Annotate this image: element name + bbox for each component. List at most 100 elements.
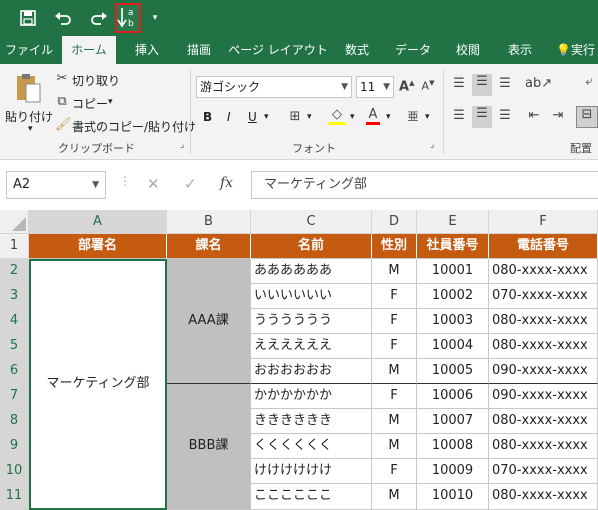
phone-cell[interactable]: 080-xxxx-xxxx <box>489 409 598 434</box>
column-header-d[interactable]: D <box>372 210 417 234</box>
department-merged-cell[interactable]: マーケティング部 <box>29 259 167 510</box>
paste-icon[interactable] <box>12 72 44 106</box>
enter-icon[interactable]: ✓ <box>184 175 197 193</box>
row-header[interactable]: 3 <box>0 284 29 309</box>
gender-cell[interactable]: M <box>372 259 417 284</box>
row-header[interactable]: 2 <box>0 259 29 284</box>
fill-color-icon[interactable]: ◇ <box>328 107 346 125</box>
font-color-icon[interactable]: A <box>366 107 380 125</box>
section-merged-cell[interactable]: BBB課 <box>167 384 251 510</box>
tab-insert[interactable]: 挿入 <box>124 36 170 64</box>
shrink-font-icon[interactable]: A▼ <box>421 79 435 93</box>
header-cell-name[interactable]: 名前 <box>251 234 372 259</box>
gender-cell[interactable]: M <box>372 409 417 434</box>
name-cell[interactable]: いいいいいい <box>251 284 372 309</box>
insert-function-icon[interactable]: fx <box>220 175 233 191</box>
phone-cell[interactable]: 070-xxxx-xxxx <box>489 284 598 309</box>
formula-input[interactable]: マーケティング部 <box>251 171 598 199</box>
column-header-f[interactable]: F <box>489 210 598 234</box>
underline-button[interactable]: U <box>248 110 257 124</box>
section-merged-cell[interactable]: AAA課 <box>167 259 251 384</box>
row-header[interactable]: 7 <box>0 384 29 409</box>
wrap-text-icon[interactable]: ⤶ <box>580 74 598 96</box>
copy-dropdown-icon[interactable]: ▾ <box>108 97 113 107</box>
increase-indent-icon[interactable]: ⇥ <box>549 108 567 123</box>
phone-cell[interactable]: 080-xxxx-xxxx <box>489 259 598 284</box>
tab-page-layout[interactable]: ページ レイアウト <box>228 36 328 64</box>
cancel-icon[interactable]: ✕ <box>147 175 160 193</box>
gender-cell[interactable]: F <box>372 284 417 309</box>
tab-tell-me[interactable]: 💡実行 <box>556 36 598 64</box>
italic-button[interactable]: I <box>227 110 231 124</box>
decrease-indent-icon[interactable]: ⇤ <box>525 108 543 123</box>
row-header[interactable]: 8 <box>0 409 29 434</box>
align-center-icon[interactable]: ☰ <box>472 106 492 128</box>
phone-cell[interactable]: 080-xxxx-xxxx <box>489 434 598 459</box>
row-header[interactable]: 11 <box>0 484 29 510</box>
header-cell-phone[interactable]: 電話番号 <box>489 234 598 259</box>
column-header-c[interactable]: C <box>251 210 372 234</box>
merge-center-icon[interactable]: ⊟ <box>576 106 598 128</box>
font-name-select[interactable]: 游ゴシック ▼ <box>196 76 352 98</box>
phonetic-dropdown-icon[interactable]: ▾ <box>425 112 430 122</box>
orientation-icon[interactable]: ab↗ <box>525 76 552 91</box>
tab-view[interactable]: 表示 <box>496 36 544 64</box>
name-cell[interactable]: きききききき <box>251 409 372 434</box>
employee-id-cell[interactable]: 10007 <box>417 409 489 434</box>
grow-font-icon[interactable]: A▲ <box>399 79 414 94</box>
row-header[interactable]: 4 <box>0 309 29 334</box>
align-left-icon[interactable]: ☰ <box>450 108 468 123</box>
font-color-dropdown-icon[interactable]: ▾ <box>386 112 391 122</box>
phone-cell[interactable]: 080-xxxx-xxxx <box>489 309 598 334</box>
employee-id-cell[interactable]: 10001 <box>417 259 489 284</box>
phone-cell[interactable]: 090-xxxx-xxxx <box>489 359 598 384</box>
gender-cell[interactable]: F <box>372 334 417 359</box>
align-right-icon[interactable]: ☰ <box>496 108 514 123</box>
tab-home[interactable]: ホーム <box>62 36 116 64</box>
paste-button[interactable]: 貼り付け <box>5 108 53 125</box>
employee-id-cell[interactable]: 10010 <box>417 484 489 510</box>
name-cell[interactable]: ああああああ <box>251 259 372 284</box>
redo-icon[interactable] <box>84 6 112 30</box>
phonetic-guide-icon[interactable]: 亜 <box>405 108 421 124</box>
fill-color-dropdown-icon[interactable]: ▾ <box>350 112 355 122</box>
gender-cell[interactable]: F <box>372 384 417 409</box>
name-cell[interactable]: ええええええ <box>251 334 372 359</box>
name-box[interactable]: A2 ▼ <box>6 171 106 199</box>
column-header-e[interactable]: E <box>417 210 489 234</box>
copy-button[interactable]: コピー <box>72 95 108 112</box>
name-cell[interactable]: おおおおおお <box>251 359 372 384</box>
name-cell[interactable]: けけけけけけ <box>251 459 372 484</box>
gender-cell[interactable]: M <box>372 434 417 459</box>
employee-id-cell[interactable]: 10006 <box>417 384 489 409</box>
row-header[interactable]: 1 <box>0 234 29 259</box>
phone-cell[interactable]: 080-xxxx-xxxx <box>489 484 598 510</box>
column-header-b[interactable]: B <box>167 210 251 234</box>
align-bottom-icon[interactable]: ☰ <box>496 76 514 91</box>
employee-id-cell[interactable]: 10009 <box>417 459 489 484</box>
phone-cell[interactable]: 090-xxxx-xxxx <box>489 384 598 409</box>
employee-id-cell[interactable]: 10004 <box>417 334 489 359</box>
cut-button[interactable]: 切り取り <box>72 72 120 89</box>
gender-cell[interactable]: M <box>372 484 417 510</box>
tab-file[interactable]: ファイル <box>0 36 58 64</box>
bold-button[interactable]: B <box>203 110 212 124</box>
select-all-corner[interactable] <box>0 210 29 234</box>
undo-icon[interactable] <box>50 6 78 30</box>
column-header-a[interactable]: A <box>29 210 167 234</box>
row-header[interactable]: 5 <box>0 334 29 359</box>
tab-formulas[interactable]: 数式 <box>334 36 380 64</box>
underline-dropdown-icon[interactable]: ▾ <box>264 112 269 122</box>
tab-review[interactable]: 校閲 <box>446 36 490 64</box>
name-cell[interactable]: かかかかかか <box>251 384 372 409</box>
name-cell[interactable]: うううううう <box>251 309 372 334</box>
phone-cell[interactable]: 070-xxxx-xxxx <box>489 459 598 484</box>
dialog-launcher-icon[interactable]: ⌟ <box>430 140 434 150</box>
row-header[interactable]: 6 <box>0 359 29 384</box>
align-top-icon[interactable]: ☰ <box>450 76 468 91</box>
font-size-select[interactable]: 11 ▼ <box>356 76 394 98</box>
sort-ascending-button[interactable]: a b <box>115 3 141 33</box>
employee-id-cell[interactable]: 10002 <box>417 284 489 309</box>
borders-icon[interactable]: ⊞ <box>287 109 303 124</box>
dialog-launcher-icon[interactable]: ⌟ <box>180 140 184 150</box>
